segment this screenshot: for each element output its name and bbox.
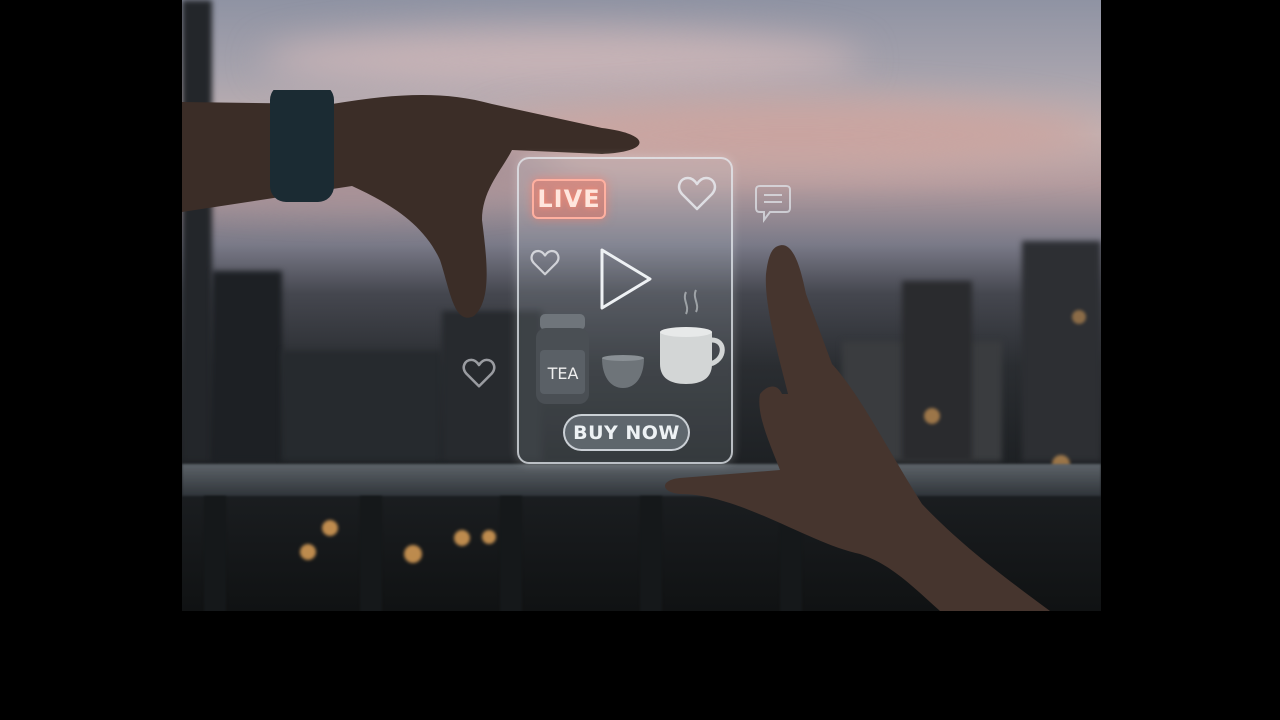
tea-cup <box>660 289 725 384</box>
chat-bubble-icon[interactable] <box>754 184 792 224</box>
building <box>282 351 442 461</box>
play-icon[interactable] <box>596 246 654 312</box>
tea-jar-label: TEA <box>547 363 579 383</box>
bokeh-light <box>300 544 316 560</box>
railing-post <box>360 496 382 611</box>
tea-bowl <box>602 355 644 388</box>
smartwatch-band <box>270 90 334 202</box>
railing-post <box>640 496 662 611</box>
bokeh-light <box>482 530 496 544</box>
railing-post <box>500 496 522 611</box>
heart-icon[interactable] <box>677 176 717 212</box>
bokeh-light <box>404 545 422 563</box>
buy-now-button[interactable]: BUY NOW <box>563 414 690 451</box>
railing-post <box>204 496 226 611</box>
bokeh-light <box>454 530 470 546</box>
live-badge: LIVE <box>532 179 606 219</box>
cloud <box>262 30 862 90</box>
heart-icon[interactable] <box>462 358 496 389</box>
bokeh-light <box>322 520 338 536</box>
heart-icon[interactable] <box>530 249 560 277</box>
bokeh-light <box>1072 310 1086 324</box>
